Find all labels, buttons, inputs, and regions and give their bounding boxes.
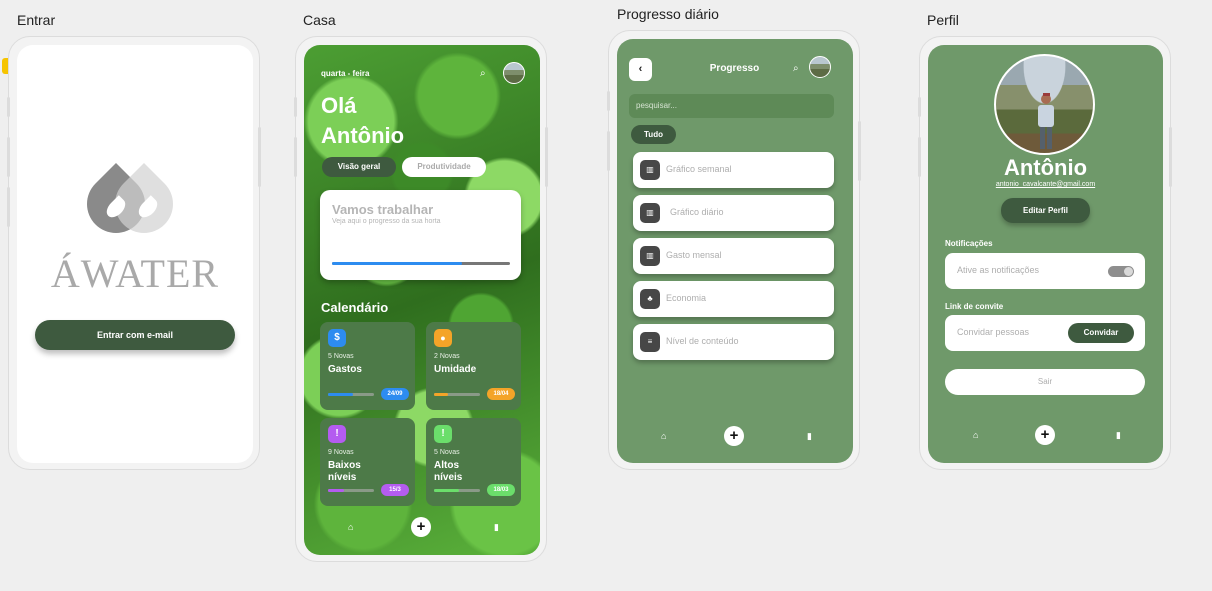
tile-name: Altos níveis [434,460,463,483]
home-icon[interactable]: ⌂ [973,430,978,440]
edit-profile-button[interactable]: Editar Perfil [1001,198,1090,223]
trash-icon[interactable]: ▮ [807,431,812,442]
tile-progress-fill [434,393,448,396]
tile-name: Umidade [434,364,477,375]
progresso-screen: ‹ Progresso ⌕ pesquisar... Tudo ▥ Gráfic… [617,39,853,463]
drop-icon: ● [434,329,452,347]
tile-name: Gastos [328,364,362,375]
add-button[interactable]: + [411,517,431,537]
frame-title-perfil: Perfil [927,12,959,28]
frame-title-casa: Casa [303,12,336,28]
phone-entrar: ÁWATER Entrar com e-mail [7,36,261,470]
tile-baixos-niveis[interactable]: ǃ 9 Novas Baixos níveis 15/3 [320,418,415,506]
tile-count: 5 Novas [328,353,354,360]
logo-text: ÁWATER [50,251,220,296]
logout-button[interactable]: Sair [945,369,1145,395]
list-item-label: Gráfico semanal [666,164,732,174]
list-item-nivel-conteudo[interactable]: ≡ Nível de conteúdo [633,324,834,360]
tile-count: 5 Novas [434,449,460,456]
page-title: Progresso [709,63,760,74]
avatar[interactable] [503,62,525,84]
add-button[interactable]: + [724,426,744,446]
bottom-nav: ⌂ + ▮ [304,517,540,541]
avatar[interactable] [809,56,831,78]
tile-name: Baixos níveis [328,460,361,483]
list-item-grafico-diario[interactable]: ▥ Gráfico diário [633,195,834,231]
invite-box: Convidar pessoas Convidar [945,315,1145,351]
greeting-line1: Olá [321,93,357,118]
bottom-nav: ⌂ + ▮ [617,426,853,450]
thermometer-icon: ǃ [434,425,452,443]
frame-title-entrar: Entrar [17,12,56,28]
add-button[interactable]: + [1035,425,1055,445]
tile-progress-fill [328,393,354,396]
work-card-title: Vamos trabalhar [332,202,434,217]
savings-icon: ♣ [640,289,660,309]
home-icon[interactable]: ⌂ [348,522,353,532]
home-icon[interactable]: ⌂ [661,431,666,441]
tile-progress-fill [328,489,345,492]
profile-name: Antônio [1003,155,1088,180]
filter-tudo[interactable]: Tudo [631,125,676,144]
tile-date-badge: 18/04 [487,388,515,400]
thermometer-icon: ǃ [328,425,346,443]
tile-date-badge: 15/3 [381,484,409,496]
list-item-gasto-mensal[interactable]: ▥ Gasto mensal [633,238,834,274]
casa-screen: quarta - feira ⌕ Olá Antônio Visão geral… [304,45,540,555]
work-progress-fill [332,262,462,265]
list-item-label: Nível de conteúdo [666,336,739,346]
tab-produtividade[interactable]: Produtividade [402,157,486,177]
chart-icon: ▥ [640,246,660,266]
email-login-button[interactable]: Entrar com e-mail [35,320,235,350]
list-item-label: Gasto mensal [666,250,722,260]
perfil-screen: Antônio antonio_cavalcante@gmail.com Edi… [928,45,1163,463]
list-icon: ≡ [640,332,660,352]
tile-altos-niveis[interactable]: ǃ 5 Novas Altos níveis 18/03 [426,418,521,506]
notifications-toggle[interactable] [1108,266,1134,277]
back-button[interactable]: ‹ [629,58,652,81]
tile-progress-fill [434,489,460,492]
notifications-text: Ative as notificações [957,265,1040,275]
trash-icon[interactable]: ▮ [494,522,499,533]
list-item-label: Gráfico diário [670,207,724,217]
invite-label: Link de convite [945,302,1004,311]
greeting-user-name: Antônio [321,123,405,148]
dollar-icon: $ [328,329,346,347]
search-icon[interactable]: ⌕ [793,63,799,74]
calendar-label: Calendário [321,300,389,315]
list-item-grafico-semanal[interactable]: ▥ Gráfico semanal [633,152,834,188]
list-item-label: Economia [666,293,707,303]
invite-button[interactable]: Convidar [1068,323,1134,343]
phone-perfil: Antônio antonio_cavalcante@gmail.com Edi… [918,36,1172,470]
phone-casa: quarta - feira ⌕ Olá Antônio Visão geral… [294,36,548,562]
work-card-subtitle: Veja aqui o progresso da sua horta [332,218,441,225]
invite-text: Convidar pessoas [957,327,1030,337]
search-icon[interactable]: ⌕ [480,68,486,79]
work-progress-card[interactable]: Vamos trabalhar Veja aqui o progresso da… [320,190,521,280]
entrar-screen: ÁWATER Entrar com e-mail [17,45,253,463]
chart-icon: ▥ [640,203,660,223]
phone-progresso: ‹ Progresso ⌕ pesquisar... Tudo ▥ Gráfic… [607,30,861,470]
tile-count: 2 Novas [434,353,460,360]
trash-icon[interactable]: ▮ [1116,430,1121,441]
profile-avatar[interactable] [994,54,1095,155]
tile-date-badge: 24/09 [381,388,409,400]
notifications-box: Ative as notificações [945,253,1145,289]
search-input[interactable]: pesquisar... [629,94,834,118]
date-label: quarta - feira [321,69,370,78]
notifications-label: Notificações [945,239,993,248]
greeting: Olá Antônio [321,91,404,151]
tile-gastos[interactable]: $ 5 Novas Gastos 24/09 [320,322,415,410]
frame-title-progresso: Progresso diário [617,6,719,22]
tile-count: 9 Novas [328,449,354,456]
list-item-economia[interactable]: ♣ Economia [633,281,834,317]
chart-icon: ▥ [640,160,660,180]
profile-email[interactable]: antonio_cavalcante@gmail.com [928,181,1163,188]
bottom-nav: ⌂ + ▮ [928,425,1163,449]
tile-umidade[interactable]: ● 2 Novas Umidade 18/04 [426,322,521,410]
tile-date-badge: 18/03 [487,484,515,496]
tab-visao-geral[interactable]: Visão geral [322,157,396,177]
